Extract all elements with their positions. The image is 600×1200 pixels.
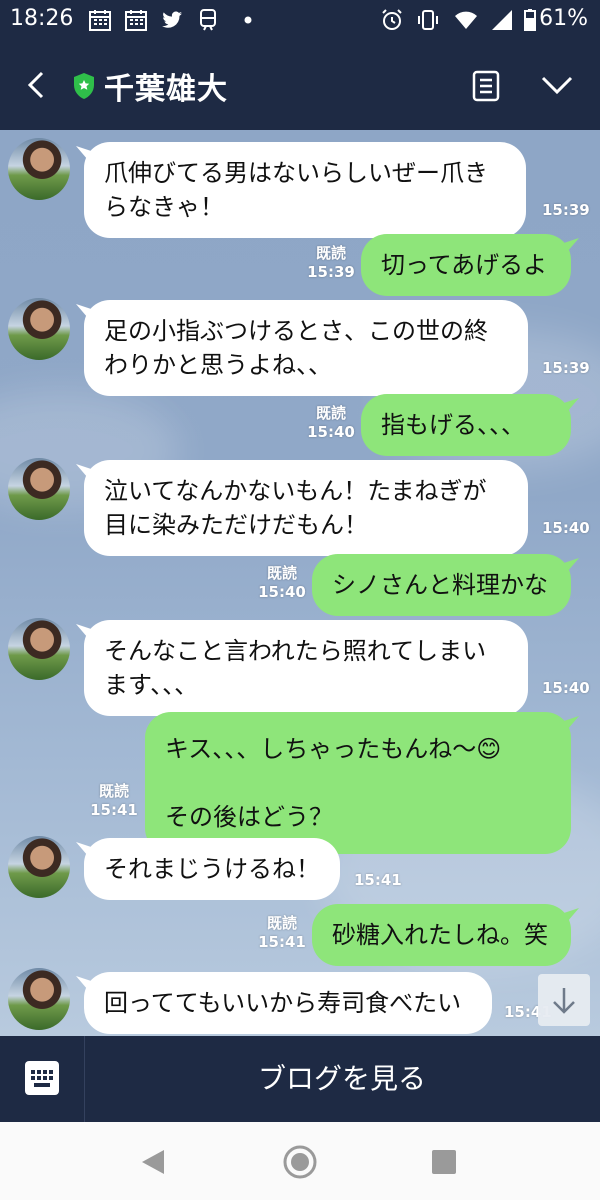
chat-area[interactable]: 爪伸びてる男はないらしいぜー爪き らなきゃ！ 15:39 既読 15:39 切って… — [0, 130, 600, 1036]
keyboard-icon — [25, 1061, 59, 1095]
status-bar: 18:26 61% — [0, 0, 600, 40]
wifi-icon — [455, 11, 477, 29]
contact-avatar[interactable] — [8, 458, 70, 520]
message-timestamp: 15:40 — [307, 423, 355, 441]
nav-recents-icon[interactable] — [426, 1144, 462, 1180]
incoming-message-bubble[interactable]: 爪伸びてる男はないらしいぜー爪き らなきゃ！ — [84, 142, 526, 238]
chat-header: 千葉雄大 — [0, 40, 600, 130]
message-timestamp: 15:41 — [354, 871, 402, 889]
chevron-down-icon[interactable] — [540, 74, 574, 96]
message-timestamp: 15:41 — [258, 933, 306, 951]
twitter-icon — [162, 11, 182, 28]
arrow-down-icon — [553, 988, 575, 1014]
outgoing-message-bubble[interactable]: シノさんと料理かな — [312, 554, 571, 616]
message-timestamp: 15:39 — [542, 201, 590, 219]
outgoing-message-bubble[interactable]: 指もげる、、、 — [361, 394, 571, 456]
line-chat-screen: 18:26 61% 千葉雄大 爪伸びてる男はないらしいぜー爪き らなきゃ！ 15… — [0, 0, 600, 1200]
official-shield-icon — [74, 73, 94, 99]
scroll-to-bottom-button[interactable] — [538, 974, 590, 1026]
outgoing-message-bubble[interactable]: キス、、、しちゃったもんね〜😊 その後はどう？ — [145, 712, 571, 854]
read-receipt: 既読 15:40 — [256, 564, 308, 602]
incoming-message-bubble[interactable]: 泣いてなんかないもん！たまねぎが 目に染みただけだもん！ — [84, 460, 528, 556]
outgoing-message-bubble[interactable]: 砂糖入れたしね。笑 — [312, 904, 571, 966]
read-label: 既読 — [266, 914, 297, 932]
calendar-icon-2 — [125, 10, 147, 31]
train-icon — [200, 9, 216, 31]
message-timestamp: 15:39 — [307, 263, 355, 281]
calendar-icon — [89, 10, 111, 31]
incoming-message-bubble[interactable]: そんなこと言われたら照れてしまい ます、、、 — [84, 620, 528, 716]
battery-percent: 61% — [539, 6, 588, 31]
back-arrow-icon[interactable] — [22, 70, 52, 100]
bottom-bar: ブログを見る — [0, 1036, 600, 1122]
system-nav-bar — [0, 1122, 600, 1200]
contact-avatar[interactable] — [8, 138, 70, 200]
read-receipt: 既読 15:40 — [305, 404, 357, 442]
incoming-message-bubble[interactable]: 回っててもいいから寿司食べたい — [84, 972, 492, 1034]
message-timestamp: 15:41 — [90, 801, 138, 819]
message-timestamp: 15:39 — [542, 359, 590, 377]
read-label: 既読 — [266, 564, 297, 582]
read-receipt: 既読 15:41 — [256, 914, 308, 952]
contact-avatar[interactable] — [8, 836, 70, 898]
read-label: 既読 — [315, 244, 346, 262]
message-timestamp: 15:40 — [542, 679, 590, 697]
message-timestamp: 15:40 — [542, 519, 590, 537]
message-timestamp: 15:40 — [258, 583, 306, 601]
read-receipt: 既読 15:41 — [88, 782, 140, 820]
keyboard-toggle-button[interactable] — [0, 1036, 85, 1122]
battery-icon — [524, 9, 536, 31]
nav-back-icon[interactable] — [136, 1144, 172, 1180]
incoming-message-bubble[interactable]: それまじうけるね！ — [84, 838, 340, 900]
signal-icon — [492, 10, 512, 30]
read-label: 既読 — [98, 782, 129, 800]
read-label: 既読 — [315, 404, 346, 422]
status-time: 18:26 — [10, 6, 74, 31]
contact-avatar[interactable] — [8, 618, 70, 680]
notes-icon[interactable] — [472, 70, 500, 102]
contact-avatar[interactable] — [8, 298, 70, 360]
notification-dot-icon — [244, 16, 252, 24]
contact-avatar[interactable] — [8, 968, 70, 1030]
outgoing-message-bubble[interactable]: 切ってあげるよ — [361, 234, 571, 296]
incoming-message-bubble[interactable]: 足の小指ぶつけるとさ、この世の終 わりかと思うよね、、 — [84, 300, 528, 396]
chat-title: 千葉雄大 — [104, 72, 228, 107]
nav-home-icon[interactable] — [282, 1144, 318, 1180]
view-blog-button[interactable]: ブログを見る — [84, 1036, 600, 1122]
vibrate-icon — [418, 10, 438, 30]
alarm-icon — [382, 9, 402, 30]
read-receipt: 既読 15:39 — [305, 244, 357, 282]
